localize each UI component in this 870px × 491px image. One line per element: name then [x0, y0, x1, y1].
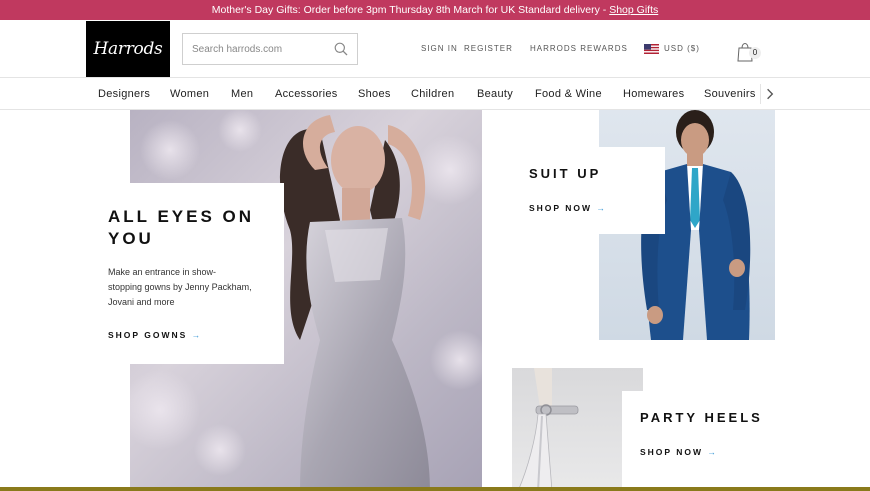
hero-description-line2: stopping gowns by Jenny Packham, — [108, 282, 252, 292]
nav-item-accessories[interactable]: Accessories — [275, 78, 338, 110]
search-box[interactable] — [182, 33, 358, 65]
search-icon[interactable] — [334, 42, 348, 56]
nav-item-designers[interactable]: Designers — [98, 78, 150, 110]
nav-item-beauty[interactable]: Beauty — [477, 78, 513, 110]
harrods-logo[interactable]: Harrods — [86, 21, 170, 77]
register-link[interactable]: REGISTER — [464, 44, 513, 53]
shop-gowns-label: SHOP GOWNS — [108, 330, 188, 340]
nav-item-men[interactable]: Men — [231, 78, 253, 110]
sign-in-link[interactable]: SIGN IN — [421, 44, 458, 53]
hero-title: ALL EYES ON YOU — [108, 206, 254, 250]
arrow-right-icon: → — [707, 447, 718, 457]
suit-up-panel: SUIT UP SHOP NOW → — [508, 147, 665, 234]
hero-title-line2: YOU — [108, 229, 154, 248]
nav-item-shoes[interactable]: Shoes — [358, 78, 391, 110]
suit-shop-now-link[interactable]: SHOP NOW → — [529, 203, 607, 213]
party-heels-title: PARTY HEELS — [640, 410, 763, 425]
bottom-accent-bar — [0, 487, 870, 491]
hero-description: Make an entrance in show- stopping gowns… — [108, 265, 273, 310]
heels-shop-now-label: SHOP NOW — [640, 447, 704, 457]
arrow-right-icon: → — [596, 203, 607, 213]
hero-text-panel: ALL EYES ON YOU Make an entrance in show… — [85, 183, 284, 364]
bag-count-badge: 0 — [749, 47, 761, 59]
nav-item-homewares[interactable]: Homewares — [623, 78, 684, 110]
promo-text: Mother's Day Gifts: Order before 3pm Thu… — [211, 4, 610, 16]
nav-item-souvenirs[interactable]: Souvenirs — [704, 78, 756, 110]
nav-item-food-wine[interactable]: Food & Wine — [535, 78, 602, 110]
harrods-rewards-link[interactable]: HARRODS REWARDS — [530, 44, 628, 53]
party-heels-panel: PARTY HEELS SHOP NOW → — [622, 391, 782, 487]
hero-description-line3: Jovani and more — [108, 297, 175, 307]
search-input[interactable] — [192, 36, 332, 62]
us-flag-icon — [644, 44, 659, 54]
arrow-right-icon: → — [191, 330, 203, 340]
heels-shop-now-link[interactable]: SHOP NOW → — [640, 447, 718, 457]
promo-banner: Mother's Day Gifts: Order before 3pm Thu… — [0, 0, 870, 20]
nav-item-women[interactable]: Women — [170, 78, 209, 110]
suit-up-title: SUIT UP — [529, 166, 602, 181]
chevron-right-icon[interactable] — [760, 84, 778, 104]
nav-item-children[interactable]: Children — [411, 78, 454, 110]
shop-gowns-link[interactable]: SHOP GOWNS → — [108, 330, 202, 340]
hero-description-line1: Make an entrance in show- — [108, 267, 217, 277]
hero-title-line1: ALL EYES ON — [108, 207, 255, 226]
promo-shop-gifts-link[interactable]: Shop Gifts — [609, 4, 658, 16]
suit-shop-now-label: SHOP NOW — [529, 203, 593, 213]
site-header: Harrods SIGN IN REGISTER HARRODS REWARDS… — [0, 20, 870, 78]
main-nav: Designers Women Men Accessories Shoes Ch… — [0, 78, 870, 110]
currency-selector[interactable]: USD ($) — [664, 44, 700, 53]
